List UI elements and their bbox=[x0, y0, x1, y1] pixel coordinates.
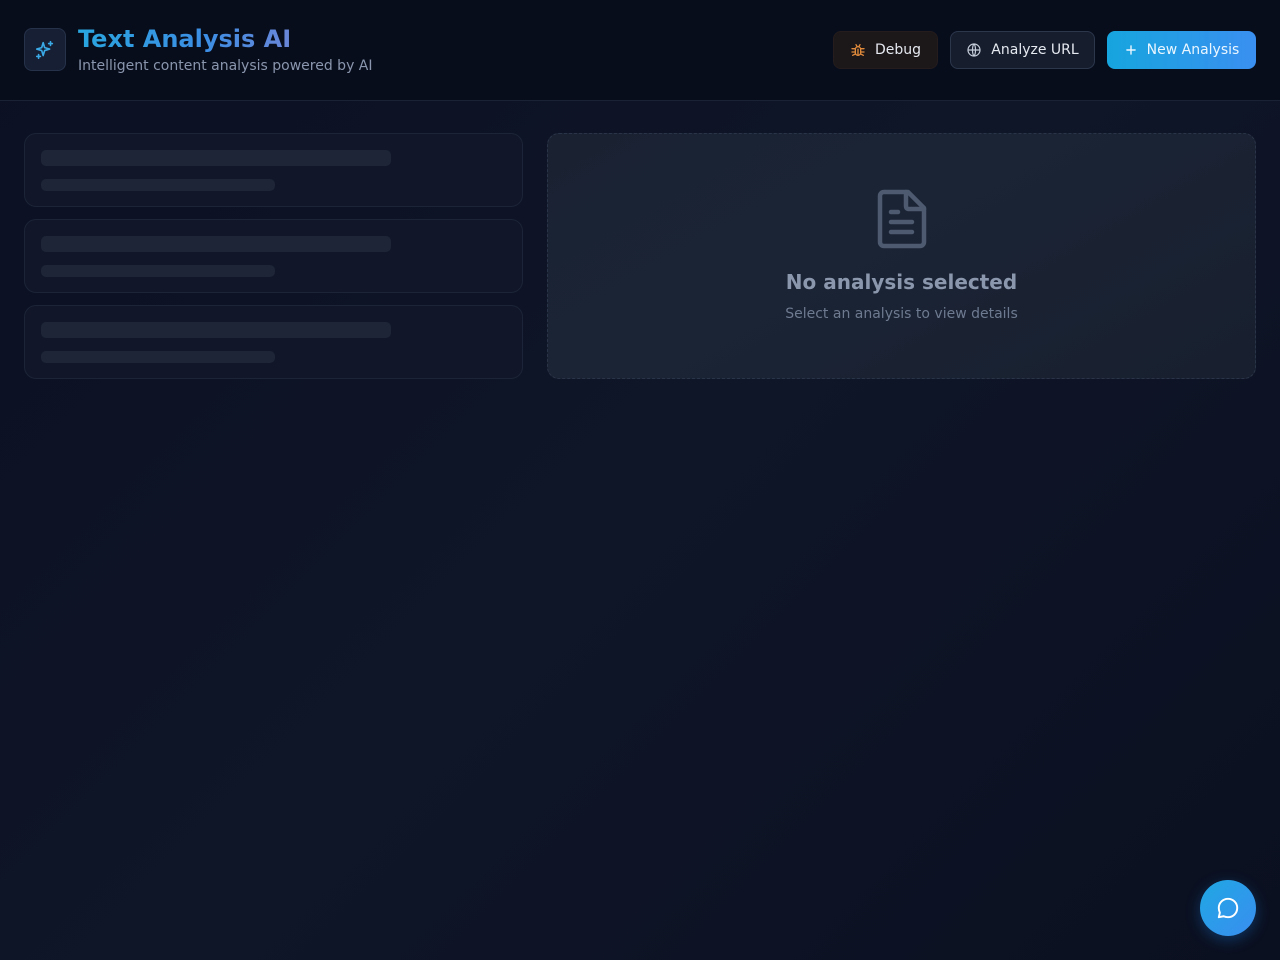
empty-state-subtitle: Select an analysis to view details bbox=[785, 306, 1018, 322]
app-header: Text Analysis AI Intelligent content ana… bbox=[0, 0, 1280, 101]
sparkles-icon bbox=[35, 40, 54, 59]
app-title: Text Analysis AI bbox=[78, 25, 292, 53]
analyze-url-button[interactable]: Analyze URL bbox=[950, 31, 1095, 69]
app-subtitle: Intelligent content analysis powered by … bbox=[78, 58, 373, 74]
analysis-list-skeleton-item bbox=[24, 219, 523, 293]
globe-icon bbox=[967, 43, 981, 57]
skeleton-subtitle-line bbox=[41, 351, 275, 363]
skeleton-title-line bbox=[41, 322, 391, 338]
debug-button[interactable]: Debug bbox=[833, 31, 938, 69]
skeleton-subtitle-line bbox=[41, 265, 275, 277]
chat-button[interactable] bbox=[1200, 880, 1256, 936]
analysis-detail-empty-state: No analysis selected Select an analysis … bbox=[547, 133, 1256, 379]
analysis-list-skeleton-item bbox=[24, 133, 523, 207]
skeleton-title-line bbox=[41, 236, 391, 252]
debug-button-label: Debug bbox=[874, 42, 922, 58]
skeleton-subtitle-line bbox=[41, 179, 275, 191]
new-analysis-button-label: New Analysis bbox=[1146, 42, 1240, 58]
app-logo bbox=[24, 28, 66, 71]
new-analysis-button[interactable]: New Analysis bbox=[1107, 31, 1256, 69]
plus-icon bbox=[1125, 45, 1136, 55]
analysis-list-skeleton-item bbox=[24, 305, 523, 379]
chat-bubble-icon bbox=[1217, 897, 1239, 919]
document-icon bbox=[873, 188, 931, 250]
skeleton-title-line bbox=[41, 150, 391, 166]
empty-state-title: No analysis selected bbox=[785, 270, 1018, 294]
analyze-url-button-label: Analyze URL bbox=[991, 42, 1079, 58]
bug-icon bbox=[851, 44, 865, 56]
